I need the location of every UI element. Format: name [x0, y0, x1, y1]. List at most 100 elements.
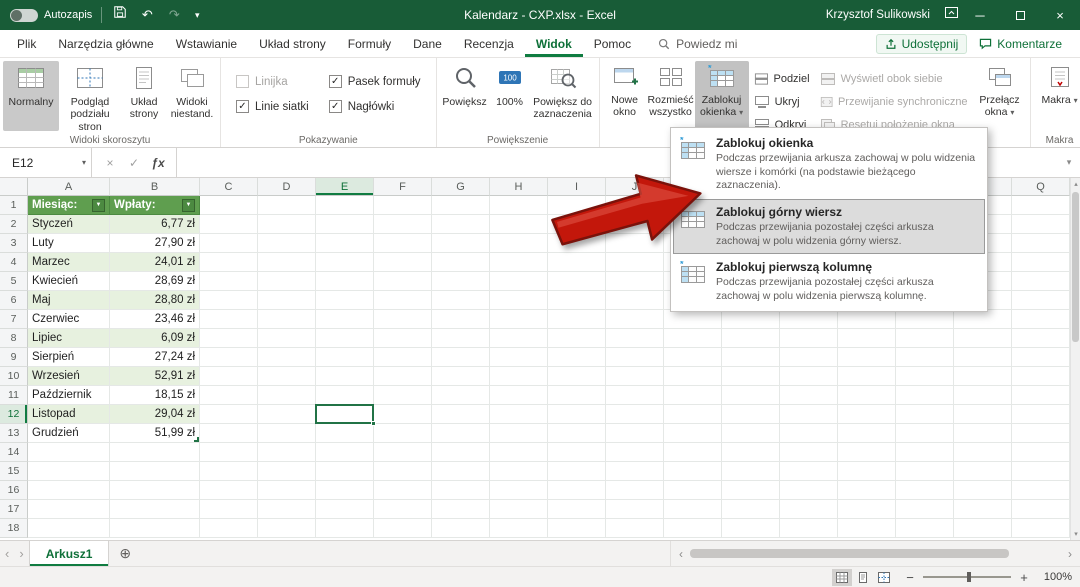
cell-P13[interactable]: [954, 424, 1012, 443]
tab-plik[interactable]: Plik: [6, 30, 47, 57]
cell-F6[interactable]: [374, 291, 432, 310]
cell-C14[interactable]: [200, 443, 258, 462]
vertical-scrollbar[interactable]: ▴ ▾: [1070, 178, 1080, 540]
cell-N16[interactable]: [838, 481, 896, 500]
cell-M7[interactable]: [780, 310, 838, 329]
cell-P11[interactable]: [954, 386, 1012, 405]
tab-uklad-strony[interactable]: Układ strony: [248, 30, 337, 57]
cell-A5[interactable]: Kwiecień: [28, 272, 110, 291]
cell-E14[interactable]: [316, 443, 374, 462]
cell-F13[interactable]: [374, 424, 432, 443]
cell-J5[interactable]: [606, 272, 664, 291]
cell-C11[interactable]: [200, 386, 258, 405]
cell-L17[interactable]: [722, 500, 780, 519]
tab-widok[interactable]: Widok: [525, 30, 583, 57]
cell-D18[interactable]: [258, 519, 316, 538]
cell-N11[interactable]: [838, 386, 896, 405]
cell-Q12[interactable]: [1012, 405, 1070, 424]
cell-M12[interactable]: [780, 405, 838, 424]
scroll-up-icon[interactable]: ▴: [1071, 180, 1080, 188]
column-header-B[interactable]: B: [110, 178, 200, 196]
cell-H18[interactable]: [490, 519, 548, 538]
cell-G10[interactable]: [432, 367, 490, 386]
tab-recenzja[interactable]: Recenzja: [453, 30, 525, 57]
cell-Q13[interactable]: [1012, 424, 1070, 443]
cell-D7[interactable]: [258, 310, 316, 329]
cell-B9[interactable]: 27,24 zł: [110, 348, 200, 367]
row-header-13[interactable]: 13: [0, 424, 28, 443]
cell-J14[interactable]: [606, 443, 664, 462]
cell-K15[interactable]: [664, 462, 722, 481]
cell-Q4[interactable]: [1012, 253, 1070, 272]
cell-A11[interactable]: Październik: [28, 386, 110, 405]
cell-L10[interactable]: [722, 367, 780, 386]
cell-B18[interactable]: [110, 519, 200, 538]
ribbon-display-options-icon[interactable]: [942, 0, 960, 30]
cell-I17[interactable]: [548, 500, 606, 519]
cell-L9[interactable]: [722, 348, 780, 367]
filter-dropdown-icon[interactable]: ▼: [182, 199, 195, 212]
cell-A7[interactable]: Czerwiec: [28, 310, 110, 329]
cell-L13[interactable]: [722, 424, 780, 443]
cell-A15[interactable]: [28, 462, 110, 481]
cell-C4[interactable]: [200, 253, 258, 272]
row-header-1[interactable]: 1: [0, 196, 28, 215]
cell-L14[interactable]: [722, 443, 780, 462]
cell-K12[interactable]: [664, 405, 722, 424]
cell-F16[interactable]: [374, 481, 432, 500]
row-header-2[interactable]: 2: [0, 215, 28, 234]
cell-B10[interactable]: 52,91 zł: [110, 367, 200, 386]
column-header-H[interactable]: H: [490, 178, 548, 196]
row-header-5[interactable]: 5: [0, 272, 28, 291]
zoom-slider-track[interactable]: [923, 576, 1011, 578]
cell-Q3[interactable]: [1012, 234, 1070, 253]
user-name[interactable]: Krzysztof Sulikowski: [814, 9, 942, 21]
cell-K13[interactable]: [664, 424, 722, 443]
cell-O14[interactable]: [896, 443, 954, 462]
add-sheet-icon[interactable]: ⊕: [109, 541, 141, 566]
cell-H16[interactable]: [490, 481, 548, 500]
row-header-18[interactable]: 18: [0, 519, 28, 538]
cell-B11[interactable]: 18,15 zł: [110, 386, 200, 405]
scroll-down-icon[interactable]: ▾: [1071, 530, 1080, 538]
cell-Q9[interactable]: [1012, 348, 1070, 367]
cell-K11[interactable]: [664, 386, 722, 405]
cell-G2[interactable]: [432, 215, 490, 234]
cell-A4[interactable]: Marzec: [28, 253, 110, 272]
cell-E11[interactable]: [316, 386, 374, 405]
cell-M13[interactable]: [780, 424, 838, 443]
cell-I15[interactable]: [548, 462, 606, 481]
cell-A18[interactable]: [28, 519, 110, 538]
cell-H14[interactable]: [490, 443, 548, 462]
row-header-17[interactable]: 17: [0, 500, 28, 519]
cell-G13[interactable]: [432, 424, 490, 443]
cell-C16[interactable]: [200, 481, 258, 500]
cell-P17[interactable]: [954, 500, 1012, 519]
cell-P15[interactable]: [954, 462, 1012, 481]
cell-D16[interactable]: [258, 481, 316, 500]
cell-H15[interactable]: [490, 462, 548, 481]
cell-I10[interactable]: [548, 367, 606, 386]
zoom-slider-thumb[interactable]: [967, 572, 971, 582]
cell-M11[interactable]: [780, 386, 838, 405]
cell-H2[interactable]: [490, 215, 548, 234]
cell-A13[interactable]: Grudzień: [28, 424, 110, 443]
cell-B4[interactable]: 24,01 zł: [110, 253, 200, 272]
cell-G12[interactable]: [432, 405, 490, 424]
status-page-layout-icon[interactable]: [853, 569, 873, 586]
cell-F17[interactable]: [374, 500, 432, 519]
cell-D17[interactable]: [258, 500, 316, 519]
cell-C10[interactable]: [200, 367, 258, 386]
cell-E1[interactable]: [316, 196, 374, 215]
cell-B6[interactable]: 28,80 zł: [110, 291, 200, 310]
cell-E3[interactable]: [316, 234, 374, 253]
row-header-10[interactable]: 10: [0, 367, 28, 386]
cell-K17[interactable]: [664, 500, 722, 519]
cell-G4[interactable]: [432, 253, 490, 272]
cell-H5[interactable]: [490, 272, 548, 291]
cell-G7[interactable]: [432, 310, 490, 329]
cell-F11[interactable]: [374, 386, 432, 405]
cell-L11[interactable]: [722, 386, 780, 405]
column-header-G[interactable]: G: [432, 178, 490, 196]
cell-E6[interactable]: [316, 291, 374, 310]
